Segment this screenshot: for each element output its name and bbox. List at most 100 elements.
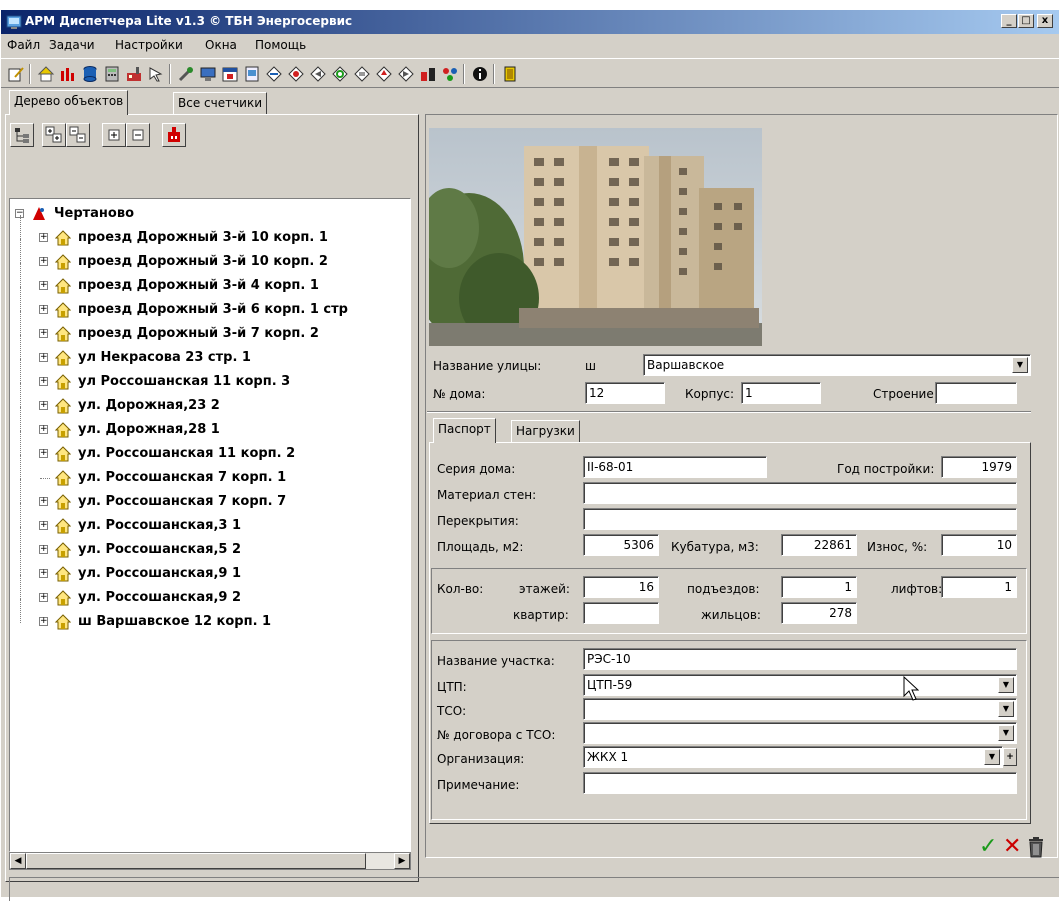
tree-item[interactable]: + ул. Дорожная,23 2 [10, 383, 410, 419]
tab-object-tree[interactable]: Дерево объектов [9, 90, 129, 115]
organization-combo[interactable]: ЖКХ 1 ▼ [583, 746, 1003, 768]
scroll-right-button[interactable]: ▶ [394, 853, 410, 869]
tree-item[interactable]: + проезд Дорожный 3-й 6 корп. 1 стр [10, 287, 410, 323]
calculator-icon[interactable] [103, 65, 121, 83]
maximize-button[interactable]: □ [1018, 14, 1034, 28]
expand-toggle[interactable]: + [39, 449, 48, 458]
expand-toggle[interactable]: + [39, 353, 48, 362]
expand-toggle[interactable]: + [39, 281, 48, 290]
scroll-thumb[interactable] [26, 853, 366, 869]
chevron-down-icon[interactable]: ▼ [984, 749, 1000, 765]
exit-door-icon[interactable] [501, 65, 519, 83]
chevron-down-icon[interactable]: ▼ [998, 701, 1014, 717]
expand-toggle[interactable]: + [39, 257, 48, 266]
network-icon[interactable] [441, 65, 459, 83]
horizontal-scrollbar[interactable]: ◀ ▶ [9, 852, 411, 870]
delete-icon[interactable] [1027, 836, 1045, 858]
street-name-combo[interactable]: Варшавское ▼ [643, 354, 1031, 376]
tree-item[interactable]: + ул. Россошанская,3 1 [10, 503, 410, 539]
tree-item[interactable]: + ул. Россошанская,5 2 [10, 527, 410, 563]
expand-toggle[interactable]: + [39, 569, 48, 578]
menu-help[interactable]: Помощь [255, 38, 306, 52]
collapse-node-button[interactable] [126, 123, 150, 147]
korpus-field[interactable]: 1 [741, 382, 821, 404]
bar-chart-icon[interactable] [59, 65, 77, 83]
menu-windows[interactable]: Окна [205, 38, 237, 52]
tree-item[interactable]: + ул. Россошанская 7 корп. 7 [10, 479, 410, 515]
tree-item[interactable]: ул. Россошанская 7 корп. 1 [10, 455, 410, 491]
perekr-field[interactable] [583, 508, 1017, 530]
computer-icon[interactable] [199, 65, 217, 83]
collapse-all-button[interactable] [66, 123, 90, 147]
meter-next-icon[interactable] [397, 65, 415, 83]
menu-file[interactable]: Файл [7, 38, 40, 52]
area-field[interactable]: 5306 [583, 534, 659, 556]
confirm-button[interactable]: ✓ [979, 834, 997, 859]
dogovor-combo[interactable]: ▼ [583, 722, 1017, 744]
database-icon[interactable] [81, 65, 99, 83]
meter-write-icon[interactable] [287, 65, 305, 83]
tree-item[interactable]: + проезд Дорожный 3-й 10 корп. 2 [10, 239, 410, 275]
expand-toggle[interactable]: + [39, 497, 48, 506]
close-button[interactable]: x [1037, 14, 1053, 28]
expand-toggle[interactable]: + [39, 617, 48, 626]
kub-field[interactable]: 22861 [781, 534, 857, 556]
expand-toggle[interactable]: + [39, 545, 48, 554]
minimize-button[interactable]: _ [1001, 14, 1017, 28]
tree-item[interactable]: + ул. Дорожная,28 1 [10, 407, 410, 443]
expand-toggle[interactable]: + [39, 401, 48, 410]
expand-all-button[interactable] [42, 123, 66, 147]
pointer-tool-icon[interactable] [147, 65, 165, 83]
flats-field[interactable] [583, 602, 659, 624]
entrances-field[interactable]: 1 [781, 576, 857, 598]
tab-passport[interactable]: Паспорт [433, 418, 496, 443]
floors-field[interactable]: 16 [583, 576, 659, 598]
tab-loads[interactable]: Нагрузки [511, 420, 580, 442]
chevron-down-icon[interactable]: ▼ [1012, 357, 1028, 373]
tab-all-meters[interactable]: Все счетчики [173, 92, 268, 114]
menu-tasks[interactable]: Задачи [49, 38, 95, 52]
house-report-icon[interactable] [37, 65, 55, 83]
expand-toggle[interactable]: + [39, 329, 48, 338]
tree-view-button[interactable] [10, 123, 34, 147]
year-field[interactable]: 1979 [941, 456, 1017, 478]
seria-field[interactable]: II-68-01 [583, 456, 767, 478]
tree-item[interactable]: + ул. Россошанская 11 корп. 2 [10, 431, 410, 467]
tree-item[interactable]: + ул. Россошанская,9 2 [10, 575, 410, 611]
add-organization-button[interactable]: + [1003, 748, 1017, 766]
expand-node-button[interactable] [102, 123, 126, 147]
menu-settings[interactable]: Настройки [115, 38, 183, 52]
tree-item[interactable]: + ул Некрасова 23 стр. 1 [10, 335, 410, 371]
meter-back-icon[interactable] [309, 65, 327, 83]
info-icon[interactable] [471, 65, 489, 83]
building-chart-icon[interactable] [419, 65, 437, 83]
residents-field[interactable]: 278 [781, 602, 857, 624]
tree-item[interactable]: + проезд Дорожный 3-й 7 корп. 2 [10, 311, 410, 347]
expand-toggle[interactable]: + [39, 233, 48, 242]
tree-item[interactable]: + ул Россошанская 11 корп. 3 [10, 359, 410, 395]
chevron-down-icon[interactable]: ▼ [998, 677, 1014, 693]
calendar-icon[interactable] [221, 65, 239, 83]
meter-up-icon[interactable] [375, 65, 393, 83]
ctp-combo[interactable]: ЦТП-59 ▼ [583, 674, 1017, 696]
meter-sync-icon[interactable] [331, 65, 349, 83]
scroll-left-button[interactable]: ◀ [10, 853, 26, 869]
iznos-field[interactable]: 10 [941, 534, 1017, 556]
tree-item[interactable]: + ул. Россошанская,9 1 [10, 551, 410, 587]
uchastok-field[interactable]: РЭС-10 [583, 648, 1017, 670]
add-object-button[interactable] [162, 123, 186, 147]
expand-toggle[interactable]: + [39, 425, 48, 434]
expand-toggle[interactable]: + [39, 593, 48, 602]
cancel-button[interactable]: ✕ [1003, 834, 1021, 859]
house-number-field[interactable]: 12 [585, 382, 665, 404]
lifts-field[interactable]: 1 [941, 576, 1017, 598]
tree-root-node[interactable]: − Чертаново [10, 203, 410, 227]
expand-toggle[interactable]: + [39, 521, 48, 530]
note-field[interactable] [583, 772, 1017, 794]
stroenie-field[interactable] [935, 382, 1017, 404]
document-view-icon[interactable] [243, 65, 261, 83]
tree-item[interactable]: + проезд Дорожный 3-й 4 корп. 1 [10, 263, 410, 299]
factory-icon[interactable] [125, 65, 143, 83]
title-bar[interactable]: АРМ Диспетчера Lite v1.3 © ТБН Энергосер… [1, 10, 1059, 34]
meter-read-icon[interactable] [265, 65, 283, 83]
